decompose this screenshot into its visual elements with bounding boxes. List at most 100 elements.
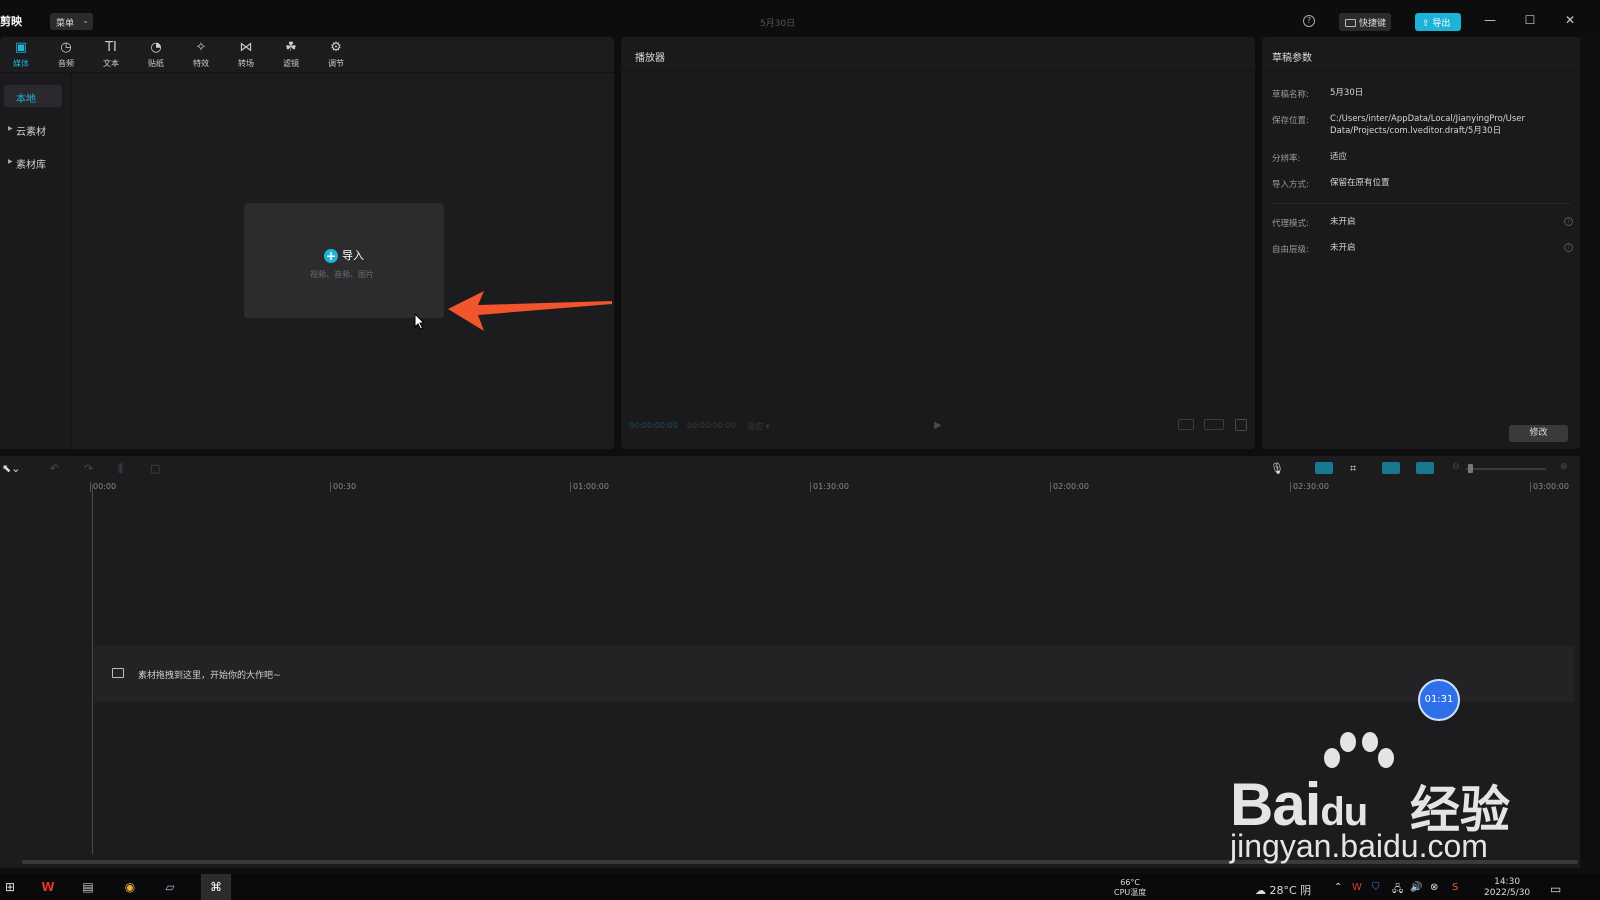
security-shield-icon[interactable]: ⛉ [1372, 882, 1380, 893]
ruler-tick: 02:30:00 [1290, 482, 1329, 492]
main-track-magnet-icon[interactable] [1315, 462, 1333, 474]
tool-transition[interactable]: ⋈ 转场 [228, 40, 264, 72]
shortcut-button[interactable]: 快捷键 [1339, 13, 1391, 31]
shortcut-label: 快捷键 [1359, 19, 1387, 29]
player-total-time: 00:00:00:00 [687, 421, 736, 430]
param-value-import-mode: 保留在原有位置 [1330, 178, 1390, 188]
help-icon[interactable]: ? [1303, 15, 1315, 27]
zoom-in-icon[interactable]: ⊕ [1560, 462, 1568, 472]
player-panel: 播放器 00:00:00:00 00:00:00:00 适应 ▾ ▶ [621, 37, 1255, 449]
watermark-url: jingyan.baidu.com [1230, 828, 1488, 864]
annotation-arrow-icon [448, 291, 612, 331]
split-icon[interactable]: ⫼ [118, 462, 123, 476]
snap-icon[interactable] [1416, 462, 1434, 474]
param-label: 分辨率: [1272, 154, 1301, 164]
main-track[interactable]: 素材拖拽到这里，开始你的大作吧~ [94, 646, 1574, 702]
weather-text: 28°C 阴 [1269, 884, 1312, 897]
tool-adjust[interactable]: ⚙ 调节 [318, 40, 354, 72]
modify-button[interactable]: 修改 [1509, 425, 1568, 442]
windows-start-icon[interactable]: ⊞ [0, 878, 20, 896]
auto-link-icon[interactable] [1382, 462, 1400, 474]
cloud-icon: ☁ [1255, 884, 1270, 897]
help-icon[interactable]: ? [1564, 217, 1573, 226]
notification-icon[interactable]: ▭ [1550, 882, 1561, 896]
ruler-tick: 02:00:00 [1050, 482, 1089, 492]
menu-button[interactable]: 菜单 ⌄ [50, 13, 93, 30]
preview-axis-icon[interactable]: ⌗ [1350, 462, 1356, 476]
draft-title: 5月30日 [760, 19, 796, 29]
ratio-label: 适应 [747, 422, 763, 431]
tool-audio[interactable]: ◷ 音频 [48, 40, 84, 72]
export-button[interactable]: ⇪ 导出 [1415, 13, 1461, 31]
sidebar-item-library[interactable]: ▶ 素材库 [4, 151, 62, 173]
aspect-ratio-icon[interactable] [1204, 419, 1224, 430]
adjust-icon: ⚙ [330, 40, 342, 55]
keyboard-icon [1345, 19, 1356, 27]
tool-effects[interactable]: ✧ 特效 [183, 40, 219, 72]
zoom-out-icon[interactable]: ⊖ [1452, 462, 1460, 472]
minimize-icon[interactable]: — [1482, 12, 1498, 28]
redo-icon[interactable]: ↷ [84, 462, 93, 475]
tool-sticker[interactable]: ◔ 贴纸 [138, 40, 174, 72]
param-value-path: C:/Users/inter/AppData/Local/JianyingPro… [1330, 114, 1526, 136]
param-value-resolution: 适应 [1330, 152, 1348, 162]
ime-icon[interactable]: S [1452, 882, 1458, 893]
cpu-temp-value: 66°C [1120, 878, 1141, 887]
jianying-app-icon[interactable]: ⌘ [206, 878, 226, 896]
sidebar-item-local[interactable]: 本地 [4, 85, 62, 107]
import-button[interactable]: + 导入 视频、音频、图片 [244, 203, 444, 318]
media-sidebar: 本地 ▶ 云素材 ▶ 素材库 [0, 73, 72, 449]
delete-icon[interactable]: ▢ [150, 462, 160, 475]
select-tool-icon[interactable]: ⬉⌄ [2, 462, 20, 475]
tool-label: 滤镜 [283, 59, 299, 68]
import-label: 导入 [342, 249, 364, 262]
wps-icon[interactable]: W [38, 878, 58, 896]
microphone-icon[interactable]: 🎙 [1270, 462, 1284, 475]
param-label: 导入方式: [1272, 180, 1309, 190]
player-ratio-select[interactable]: 适应 ▾ [747, 421, 770, 432]
system-clock[interactable]: 14:30 2022/5/30 [1484, 877, 1530, 899]
tool-media[interactable]: ▣ 媒体 [3, 40, 39, 72]
network-icon[interactable]: 🖧 [1392, 882, 1403, 899]
file-explorer-icon[interactable]: ▤ [78, 878, 98, 896]
params-header: 草稿参数 [1262, 37, 1580, 71]
waveform-icon[interactable] [1178, 419, 1194, 430]
menu-label: 菜单 [56, 19, 75, 29]
help-icon[interactable]: ? [1564, 243, 1573, 252]
zoom-slider-handle[interactable] [1468, 464, 1473, 473]
tool-label: 特效 [193, 59, 209, 68]
param-label: 代理模式: [1272, 219, 1309, 229]
chrome-icon[interactable]: ◉ [120, 878, 140, 896]
timeline-toolbar: ⬉⌄ ↶ ↷ ⫼ ▢ 🎙 ⌗ ⊖ ⊕ [0, 456, 1580, 482]
param-label: 自由层级: [1272, 245, 1309, 255]
param-label: 保存位置: [1272, 116, 1309, 126]
tool-label: 音频 [58, 59, 74, 68]
sidebar-item-cloud[interactable]: ▶ 云素材 [4, 118, 62, 140]
sidebar-item-label: 云素材 [16, 127, 46, 138]
tool-label: 贴纸 [148, 59, 164, 68]
tray-app-icon[interactable]: ⊗ [1430, 882, 1438, 893]
weather-widget[interactable]: ☁ 28°C 阴 [1255, 882, 1311, 898]
notepad-icon[interactable]: ▱ [160, 878, 180, 896]
wps-tray-icon[interactable]: W [1352, 882, 1362, 893]
play-icon[interactable]: ▶ [934, 420, 942, 431]
transition-icon: ⋈ [239, 40, 253, 55]
param-value-proxy: 未开启 [1330, 217, 1356, 227]
tray-overflow-icon[interactable]: ⌃ [1334, 882, 1342, 893]
tool-text[interactable]: TI 文本 [93, 40, 129, 72]
volume-icon[interactable]: 🔊 [1410, 882, 1422, 893]
close-icon[interactable]: ✕ [1562, 12, 1578, 28]
film-icon [112, 668, 124, 678]
draft-params-panel: 草稿参数 草稿名称: 5月30日 保存位置: C:/Users/inter/Ap… [1262, 37, 1580, 449]
maximize-icon[interactable]: ☐ [1522, 12, 1538, 28]
zoom-slider[interactable] [1466, 468, 1546, 470]
undo-icon[interactable]: ↶ [50, 462, 59, 475]
param-value-free-layer: 未开启 [1330, 243, 1356, 253]
tool-filter[interactable]: ☘ 滤镜 [273, 40, 309, 72]
tool-label: 调节 [328, 59, 344, 68]
track-hint: 素材拖拽到这里，开始你的大作吧~ [138, 671, 281, 681]
playhead[interactable] [92, 484, 93, 854]
mouse-cursor-icon [414, 313, 426, 330]
fullscreen-icon[interactable] [1235, 419, 1247, 431]
media-panel: ▣ 媒体 ◷ 音频 TI 文本 ◔ 贴纸 ✧ 特效 ⋈ 转场 ☘ 滤镜 ⚙ 调节 [0, 37, 614, 449]
